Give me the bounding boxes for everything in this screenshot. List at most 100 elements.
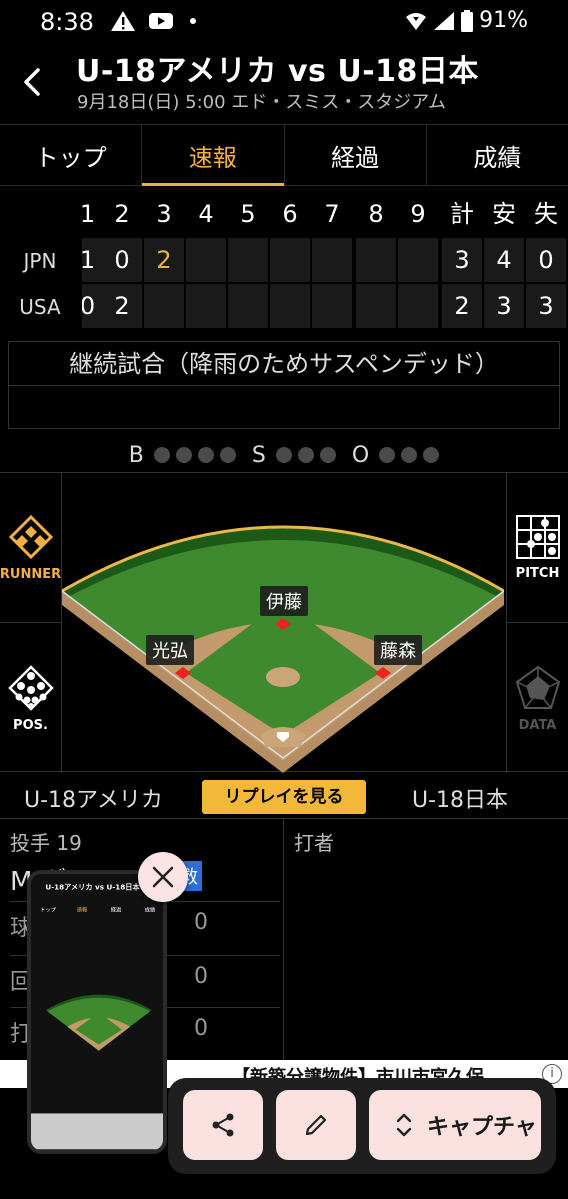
game-title: U-18アメリカ vs U-18日本 bbox=[76, 54, 479, 89]
suspension-text: 継続試合（降雨のためサスペンデッド） bbox=[9, 342, 559, 386]
score-cell bbox=[312, 284, 352, 328]
score-cell bbox=[398, 238, 438, 282]
tab-top[interactable]: トップ bbox=[0, 125, 141, 185]
position-dots-icon bbox=[7, 664, 54, 711]
stat-value: 0 bbox=[194, 964, 208, 989]
inning-header: 安 bbox=[492, 200, 516, 228]
team-abbr: JPN bbox=[23, 249, 57, 273]
thumbnail-tab: トップ bbox=[40, 906, 56, 913]
inning-header: 5 bbox=[240, 200, 256, 228]
bso-count: B S O bbox=[0, 440, 568, 470]
inning-header: 2 bbox=[114, 200, 130, 228]
thumbnail-tab: 経過 bbox=[110, 906, 122, 913]
score-cell: 3 bbox=[526, 284, 566, 328]
edit-button[interactable] bbox=[276, 1090, 356, 1160]
scroll-capture-button[interactable]: キャプチャ bbox=[369, 1090, 541, 1160]
data-button[interactable]: DATA bbox=[506, 623, 568, 773]
system-status: 91% bbox=[405, 8, 528, 33]
batter-label: 打者 bbox=[294, 831, 334, 855]
fielder-center: 伊藤 bbox=[260, 586, 308, 616]
notification-icons bbox=[110, 10, 196, 32]
pitcher-label: 投手 19 bbox=[10, 831, 82, 855]
score-cell bbox=[144, 284, 184, 328]
battery-icon bbox=[461, 9, 474, 32]
pencil-icon bbox=[305, 1114, 327, 1136]
inning-header: 8 bbox=[368, 200, 384, 228]
team-abbr: USA bbox=[19, 295, 61, 319]
home-team-name: U-18日本 bbox=[412, 788, 509, 813]
batter-panel[interactable]: 打者 bbox=[284, 819, 568, 1061]
warning-icon bbox=[111, 11, 135, 31]
tab-stats[interactable]: 成績 bbox=[425, 125, 568, 185]
strike-label: S bbox=[251, 442, 266, 468]
tab-live[interactable]: 速報 bbox=[141, 125, 284, 186]
scoreboard-row-usa: USA 02233 bbox=[0, 284, 568, 330]
share-button[interactable] bbox=[183, 1090, 263, 1160]
youtube-icon bbox=[149, 13, 173, 29]
screenshot-thumbnail[interactable]: U-18アメリカ vs U-18日本 トップ 速報 経過 成績 bbox=[27, 870, 167, 1154]
inning-header: 9 bbox=[410, 200, 426, 228]
inning-header: 4 bbox=[198, 200, 214, 228]
replay-button[interactable]: リプレイを見る bbox=[202, 780, 366, 814]
ball-dot bbox=[197, 447, 214, 463]
position-button[interactable]: POS. bbox=[0, 623, 62, 773]
thumbnail-content: U-18アメリカ vs U-18日本 トップ 速報 経過 成績 bbox=[31, 874, 163, 1150]
out-dot bbox=[423, 447, 440, 463]
close-preview-button[interactable] bbox=[138, 852, 188, 902]
strike-dot bbox=[275, 447, 292, 463]
score-cell bbox=[228, 238, 268, 282]
back-arrow-icon[interactable] bbox=[16, 64, 52, 100]
thumbnail-tab: 成績 bbox=[144, 906, 156, 913]
data-label: DATA bbox=[518, 717, 557, 733]
baseball-field bbox=[62, 525, 504, 773]
runner-label: RUNNER bbox=[0, 567, 62, 582]
stat-value: 0 bbox=[194, 1016, 208, 1041]
pitch-label: PITCH bbox=[515, 566, 560, 581]
score-cell: 0 bbox=[82, 284, 102, 328]
status-bar: 8:38 91% bbox=[0, 0, 568, 46]
inning-header: 6 bbox=[282, 200, 298, 228]
capture-label: キャプチャ bbox=[427, 1115, 537, 1140]
ball-dot bbox=[153, 447, 170, 463]
suspension-notice: 継続試合（降雨のためサスペンデッド） bbox=[8, 341, 560, 429]
game-subtitle: 9月18日(日) 5:00 エド・スミス・スタジアム bbox=[77, 92, 447, 113]
score-cell: 2 bbox=[144, 238, 184, 282]
score-cell bbox=[186, 238, 226, 282]
more-notifications-dot bbox=[190, 18, 196, 24]
signal-icon bbox=[434, 11, 455, 30]
field-area: RUNNER POS. PITCH DATA 伊藤 光弘 藤森 bbox=[0, 472, 568, 773]
inning-header: 3 bbox=[156, 200, 172, 228]
score-cell bbox=[312, 238, 352, 282]
score-cell bbox=[398, 284, 438, 328]
pitch-button[interactable]: PITCH bbox=[506, 473, 568, 623]
inning-header: 計 bbox=[450, 200, 474, 228]
score-cell bbox=[186, 284, 226, 328]
wifi-icon bbox=[406, 12, 427, 30]
score-cell bbox=[228, 284, 268, 328]
away-team-name: U-18アメリカ bbox=[24, 788, 163, 813]
score-cell: 3 bbox=[442, 238, 482, 282]
tab-progress[interactable]: 経過 bbox=[283, 125, 426, 185]
fielder-right: 藤森 bbox=[374, 635, 422, 665]
close-icon bbox=[152, 866, 174, 888]
score-cell: 2 bbox=[102, 284, 142, 328]
thumbnail-field bbox=[45, 994, 152, 1052]
ball-dot bbox=[175, 447, 192, 463]
pentagon-chart-icon bbox=[515, 665, 560, 709]
expand-vertical-icon bbox=[396, 1113, 412, 1137]
scoreboard[interactable]: 123456789計安失 JPN 102340 USA 02233 bbox=[0, 192, 568, 332]
pitch-grid-icon bbox=[515, 515, 560, 559]
ball-dot bbox=[219, 447, 236, 463]
capture-toolbar: キャプチャ bbox=[168, 1078, 556, 1174]
score-cell: 3 bbox=[484, 284, 524, 328]
game-tabs: トップ 速報 経過 成績 bbox=[0, 124, 568, 186]
thumbnail-tab: 速報 bbox=[76, 906, 88, 913]
inning-header: 失 bbox=[534, 200, 558, 228]
stat-value: 0 bbox=[194, 910, 208, 935]
score-cell bbox=[270, 238, 310, 282]
score-cell: 4 bbox=[484, 238, 524, 282]
ball-label: B bbox=[128, 442, 144, 468]
runner-button[interactable]: RUNNER bbox=[0, 473, 62, 623]
score-cell: 0 bbox=[526, 238, 566, 282]
score-cell bbox=[270, 284, 310, 328]
